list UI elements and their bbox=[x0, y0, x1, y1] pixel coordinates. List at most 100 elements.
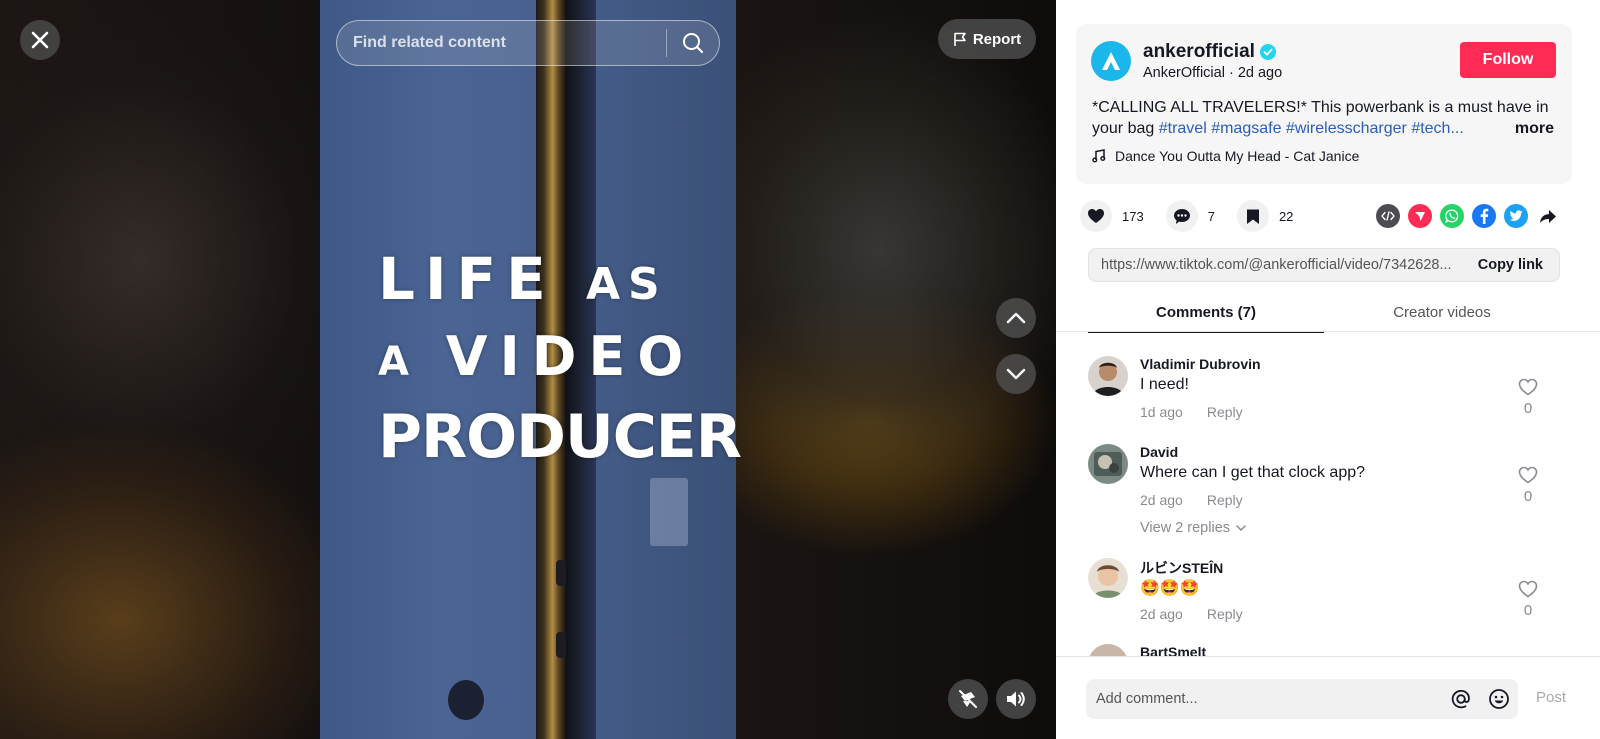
video-stage: LIFE AS A VIDEO PRODUCER Report bbox=[0, 0, 1056, 739]
comment-item: David Where can I get that clock app? 2d… bbox=[1088, 444, 1568, 544]
flag-icon bbox=[954, 32, 966, 46]
emoji-icon bbox=[1489, 689, 1509, 709]
twitter-icon[interactable] bbox=[1504, 204, 1528, 228]
previous-video-button[interactable] bbox=[996, 298, 1036, 338]
send-to-friends-icon[interactable] bbox=[1408, 204, 1432, 228]
close-button[interactable] bbox=[20, 20, 60, 60]
tab-creator-videos[interactable]: Creator videos bbox=[1324, 292, 1560, 332]
comment-input[interactable] bbox=[1086, 691, 1442, 707]
comment-composer: Post bbox=[1056, 656, 1600, 739]
verified-badge-icon bbox=[1259, 44, 1276, 60]
mention-button[interactable] bbox=[1442, 688, 1480, 710]
caption-word: AS bbox=[585, 259, 668, 310]
comment-like-button[interactable]: 0 bbox=[1510, 378, 1546, 417]
commenter-name[interactable]: BartSmelt bbox=[1140, 644, 1206, 656]
details-panel: ankerofficial AnkerOfficial · 2d ago Fol… bbox=[1056, 0, 1600, 739]
video-frame-light-switch bbox=[650, 478, 688, 546]
more-button[interactable]: more bbox=[1496, 118, 1554, 139]
reply-button[interactable]: Reply bbox=[1207, 606, 1243, 622]
heart-outline-icon bbox=[1518, 378, 1538, 396]
close-icon bbox=[31, 31, 49, 49]
commenter-name[interactable]: David bbox=[1140, 444, 1178, 460]
next-video-button[interactable] bbox=[996, 354, 1036, 394]
comment-meta: 2d ago Reply bbox=[1140, 492, 1243, 508]
commenter-avatar[interactable] bbox=[1088, 558, 1128, 598]
hashtag-link[interactable]: #travel bbox=[1159, 120, 1207, 137]
emoji-button[interactable] bbox=[1480, 688, 1518, 710]
facebook-icon[interactable] bbox=[1472, 204, 1496, 228]
chevron-up-icon bbox=[1006, 312, 1026, 324]
commenter-name[interactable]: ルビンSTEÎN bbox=[1140, 558, 1223, 578]
caption-word: LIFE bbox=[378, 245, 556, 313]
follow-button[interactable]: Follow bbox=[1460, 42, 1556, 78]
post-time: 2d ago bbox=[1237, 65, 1283, 81]
report-button[interactable]: Report bbox=[938, 19, 1036, 59]
chevron-down-icon bbox=[1236, 525, 1246, 531]
video-frame-door-knob bbox=[448, 680, 484, 720]
comment-meta: 1d ago Reply bbox=[1140, 404, 1243, 420]
creator-display-name: AnkerOfficial bbox=[1143, 65, 1225, 81]
volume-button[interactable] bbox=[996, 679, 1036, 719]
creator-username[interactable]: ankerofficial bbox=[1143, 41, 1255, 63]
comment-like-button[interactable]: 0 bbox=[1510, 466, 1546, 505]
copy-link-bar: https://www.tiktok.com/@ankerofficial/vi… bbox=[1088, 248, 1560, 282]
post-comment-button[interactable]: Post bbox=[1536, 689, 1566, 706]
comment-like-count: 0 bbox=[1523, 400, 1533, 417]
view-replies-button[interactable]: View 2 replies bbox=[1140, 520, 1246, 536]
comment-time: 1d ago bbox=[1140, 404, 1183, 420]
comment-text: Where can I get that clock app? bbox=[1140, 464, 1366, 481]
related-search-input[interactable] bbox=[337, 21, 666, 65]
pip-off-icon bbox=[959, 690, 977, 708]
anker-logo-icon bbox=[1102, 52, 1120, 70]
share-icons-row bbox=[1376, 204, 1560, 228]
video-frame-hinge bbox=[556, 632, 566, 658]
commenter-avatar[interactable] bbox=[1088, 356, 1128, 396]
commenter-name[interactable]: Vladimir Dubrovin bbox=[1140, 356, 1261, 372]
comment-like-count: 0 bbox=[1523, 602, 1533, 619]
caption-word: VIDEO bbox=[445, 325, 696, 388]
commenter-avatar[interactable] bbox=[1088, 444, 1128, 484]
video-caption-line-3: PRODUCER bbox=[378, 402, 742, 472]
copy-link-button[interactable]: Copy link bbox=[1462, 257, 1559, 273]
comment-input-box bbox=[1086, 679, 1518, 719]
commenter-avatar[interactable] bbox=[1088, 644, 1128, 656]
comment-icon bbox=[1165, 200, 1198, 232]
comment-tabs: Comments (7) Creator videos bbox=[1088, 292, 1560, 333]
tab-comments[interactable]: Comments (7) bbox=[1088, 292, 1324, 333]
separator: · bbox=[1224, 65, 1238, 81]
creator-avatar[interactable] bbox=[1091, 41, 1131, 81]
music-link[interactable]: Dance You Outta My Head - Cat Janice bbox=[1092, 148, 1359, 164]
comment-time: 2d ago bbox=[1140, 606, 1183, 622]
favorite-count: 22 bbox=[1278, 208, 1294, 224]
favorite-button[interactable]: 22 bbox=[1236, 200, 1294, 232]
hashtag-link[interactable]: #wirelesscharger bbox=[1286, 120, 1407, 137]
video-caption-line-1: LIFE AS bbox=[378, 245, 668, 313]
like-button[interactable]: 173 bbox=[1080, 200, 1144, 232]
caption-word: A bbox=[378, 339, 415, 385]
music-title: Dance You Outta My Head - Cat Janice bbox=[1115, 148, 1360, 164]
music-note-icon bbox=[1092, 149, 1106, 163]
comment-button[interactable]: 7 bbox=[1165, 200, 1215, 232]
comment-item: Vladimir Dubrovin I need! 1d ago Reply 0 bbox=[1088, 356, 1568, 426]
hashtag-link[interactable]: #tech... bbox=[1411, 120, 1463, 137]
hashtag-link[interactable]: #magsafe bbox=[1211, 120, 1281, 137]
related-search-bar bbox=[336, 20, 720, 66]
bookmark-icon bbox=[1236, 200, 1269, 232]
share-arrow-icon[interactable] bbox=[1536, 204, 1560, 228]
search-button[interactable] bbox=[667, 21, 719, 65]
reply-button[interactable]: Reply bbox=[1207, 492, 1243, 508]
whatsapp-icon[interactable] bbox=[1440, 204, 1464, 228]
comment-like-button[interactable]: 0 bbox=[1510, 580, 1546, 619]
comment-list: Vladimir Dubrovin I need! 1d ago Reply 0… bbox=[1056, 332, 1600, 656]
heart-outline-icon bbox=[1518, 580, 1538, 598]
float-player-button[interactable] bbox=[948, 679, 988, 719]
reply-button[interactable]: Reply bbox=[1207, 404, 1243, 420]
heart-icon bbox=[1080, 200, 1112, 232]
comment-item: ルビンSTEÎN 🤩🤩🤩 2d ago Reply 0 bbox=[1088, 558, 1568, 628]
report-label: Report bbox=[972, 30, 1022, 48]
comment-count: 7 bbox=[1207, 208, 1215, 224]
embed-icon[interactable] bbox=[1376, 204, 1400, 228]
heart-outline-icon bbox=[1518, 466, 1538, 484]
comment-text: I need! bbox=[1140, 376, 1189, 393]
view-replies-label: View 2 replies bbox=[1140, 520, 1231, 536]
